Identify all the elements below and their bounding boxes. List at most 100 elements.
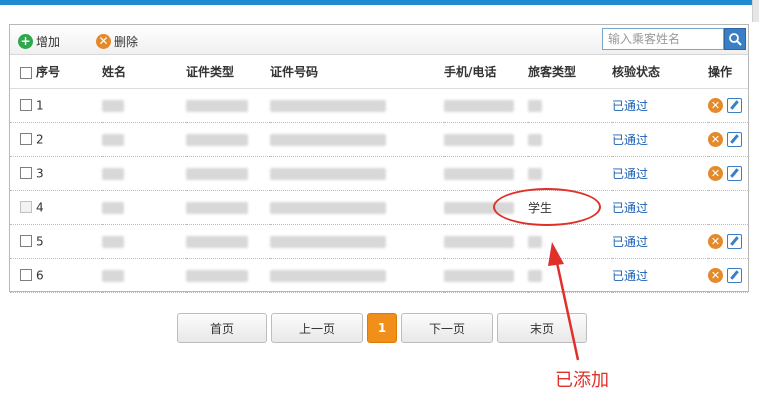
edit-row-icon[interactable] (727, 131, 742, 147)
row-number: 2 (36, 132, 44, 147)
passenger-panel: + 增加 ✕ 删除 输入乘客姓名 序号 姓名 证件类型 证件号码 手机/电话 旅… (9, 24, 749, 293)
cell-name (102, 258, 186, 293)
verify-status-link[interactable]: 已通过 (612, 99, 648, 113)
cell-name (102, 156, 186, 191)
delete-row-icon[interactable]: ✕ (708, 97, 723, 113)
blurred-id-no (270, 201, 386, 214)
blurred-phone (444, 269, 514, 282)
verify-status-link[interactable]: 已通过 (612, 235, 648, 249)
annotation-added-label: 已添加 (555, 370, 609, 391)
cell-seq: 3 (10, 156, 102, 191)
cell-phone (444, 224, 528, 259)
cell-id-no (270, 156, 444, 191)
search-button[interactable] (724, 28, 746, 50)
cell-ops: ✕ (708, 224, 748, 259)
blurred-phone (444, 133, 514, 146)
top-accent-bar (0, 0, 759, 5)
blurred-passenger-type (528, 133, 542, 146)
edit-row-icon[interactable] (727, 233, 742, 249)
row-checkbox[interactable] (20, 201, 32, 214)
cell-id-no (270, 258, 444, 293)
pager-next-button[interactable]: 下一页 (401, 313, 493, 343)
header-seq: 序号 (10, 56, 102, 89)
add-button[interactable]: + 增加 (18, 32, 60, 50)
cell-passenger-type: 学生 (528, 190, 612, 225)
verify-status-link[interactable]: 已通过 (612, 201, 648, 215)
header-phone: 手机/电话 (444, 56, 528, 89)
row-number: 4 (36, 200, 44, 215)
delete-row-icon[interactable]: ✕ (708, 131, 723, 147)
passenger-search-input[interactable]: 输入乘客姓名 (602, 28, 724, 50)
cell-ops: ✕ (708, 258, 748, 293)
row-checkbox[interactable] (20, 269, 32, 282)
row-checkbox[interactable] (20, 133, 32, 146)
pager-current-page[interactable]: 1 (367, 313, 397, 343)
cell-seq: 1 (10, 88, 102, 123)
verify-status-link[interactable]: 已通过 (612, 269, 648, 283)
cell-verify-status: 已通过 (612, 190, 708, 225)
row-number: 3 (36, 166, 44, 181)
cell-phone (444, 156, 528, 191)
cell-id-type (186, 156, 270, 191)
row-number: 5 (36, 234, 44, 249)
delete-label: 删除 (114, 34, 139, 49)
cell-verify-status: 已通过 (612, 258, 708, 293)
cell-ops: ✕ (708, 156, 748, 191)
blurred-name (102, 269, 124, 282)
blurred-id-type (186, 133, 248, 146)
cell-passenger-type (528, 156, 612, 191)
cell-passenger-type (528, 122, 612, 157)
table-row[interactable]: 1 已通过 ✕ (10, 88, 748, 123)
row-checkbox[interactable] (20, 99, 32, 112)
plus-icon: + (18, 33, 33, 49)
cell-id-no (270, 190, 444, 225)
pager-prev-button[interactable]: 上一页 (271, 313, 363, 343)
table-row[interactable]: 2 已通过 ✕ (10, 122, 748, 157)
blurred-id-no (270, 99, 386, 112)
verify-status-link[interactable]: 已通过 (612, 133, 648, 147)
blurred-id-type (186, 99, 248, 112)
table-row[interactable]: 3 已通过 ✕ (10, 156, 748, 191)
header-ops: 操作 (708, 56, 748, 89)
cell-verify-status: 已通过 (612, 122, 708, 157)
cell-phone (444, 258, 528, 293)
cell-id-no (270, 88, 444, 123)
scrollbar-stub[interactable] (752, 0, 759, 22)
edit-row-icon[interactable] (727, 165, 742, 181)
cell-name (102, 88, 186, 123)
toolbar: + 增加 ✕ 删除 输入乘客姓名 (10, 25, 748, 55)
edit-row-icon[interactable] (727, 97, 742, 113)
blurred-id-type (186, 201, 248, 214)
edit-row-icon[interactable] (727, 267, 742, 283)
delete-row-icon[interactable]: ✕ (708, 165, 723, 181)
cell-seq: 2 (10, 122, 102, 157)
verify-status-link[interactable]: 已通过 (612, 167, 648, 181)
blurred-passenger-type (528, 167, 542, 180)
cell-id-type (186, 190, 270, 225)
delete-x-icon: ✕ (96, 33, 111, 49)
blurred-phone (444, 167, 514, 180)
delete-row-icon[interactable]: ✕ (708, 233, 723, 249)
blurred-name (102, 99, 124, 112)
blurred-id-type (186, 235, 248, 248)
cell-verify-status: 已通过 (612, 156, 708, 191)
row-checkbox[interactable] (20, 235, 32, 248)
cell-phone (444, 190, 528, 225)
table-row[interactable]: 5 已通过 ✕ (10, 224, 748, 259)
row-checkbox[interactable] (20, 167, 32, 180)
table-row[interactable]: 6 已通过 ✕ (10, 258, 748, 293)
table-row[interactable]: 4 学生 已通过 (10, 190, 748, 225)
blurred-name (102, 133, 124, 146)
cell-seq: 6 (10, 258, 102, 293)
cell-id-type (186, 88, 270, 123)
pager-first-button[interactable]: 首页 (177, 313, 267, 343)
delete-button[interactable]: ✕ 删除 (96, 32, 138, 50)
cell-id-no (270, 122, 444, 157)
header-verify-status: 核验状态 (612, 56, 708, 89)
delete-row-icon[interactable]: ✕ (708, 267, 723, 283)
select-all-checkbox[interactable] (20, 66, 32, 79)
search-icon (729, 33, 742, 46)
add-label: 增加 (36, 34, 61, 49)
cell-ops: ✕ (708, 88, 748, 123)
blurred-name (102, 201, 124, 214)
